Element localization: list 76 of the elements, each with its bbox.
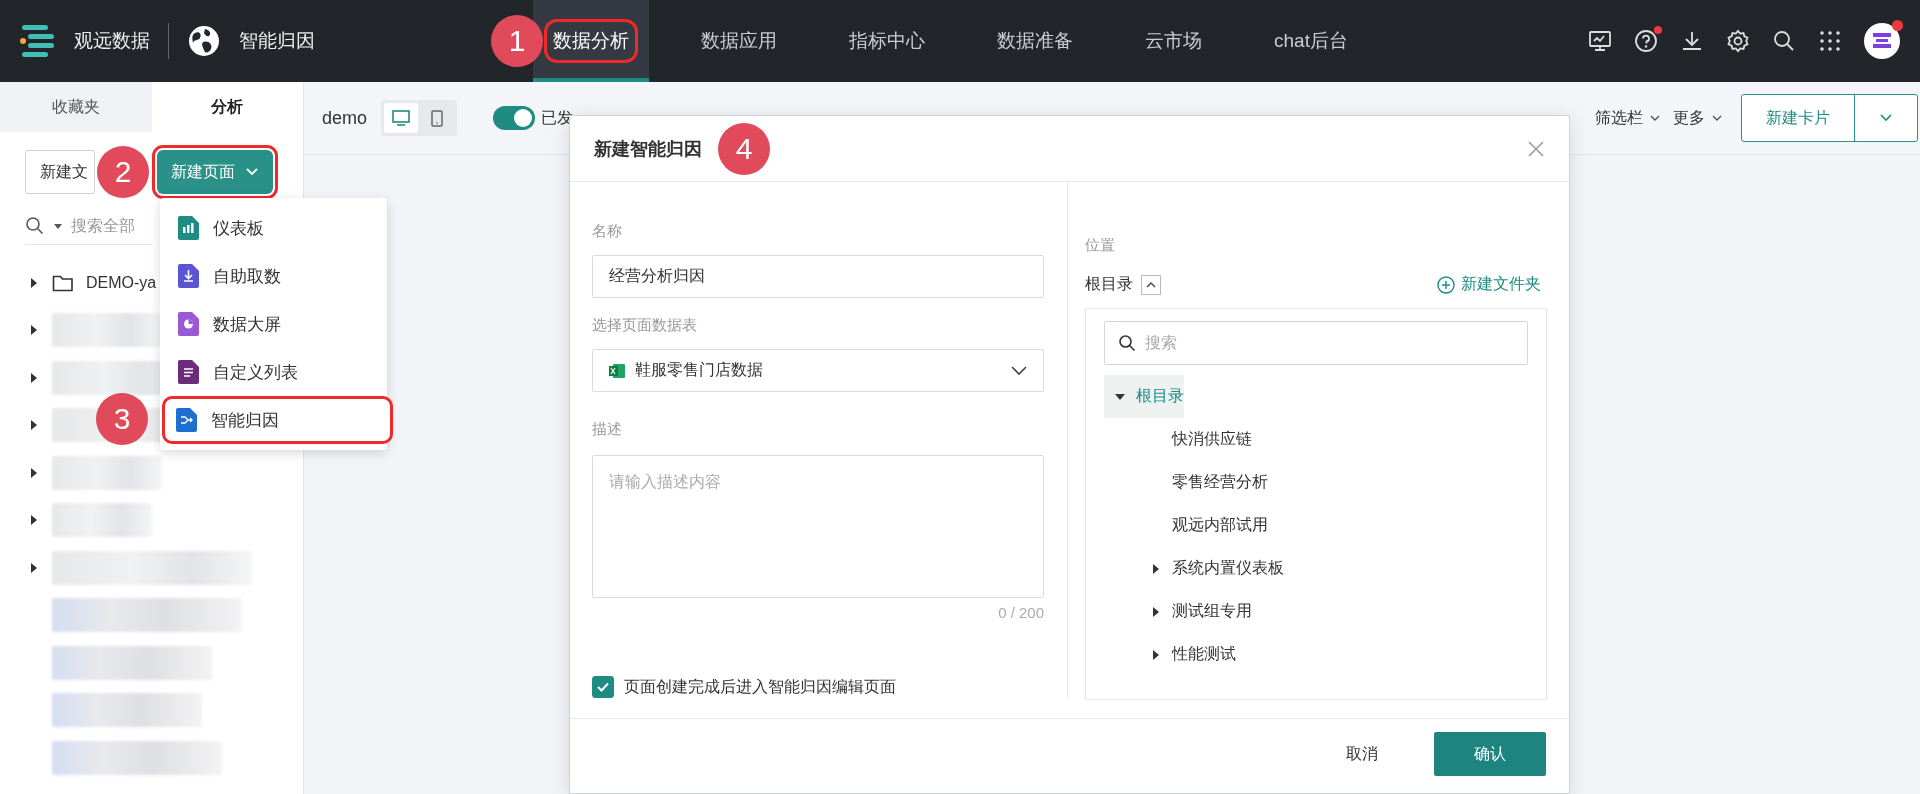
settings-icon[interactable] — [1726, 29, 1750, 53]
open-editor-checkbox[interactable]: 页面创建完成后进入智能归因编辑页面 — [592, 676, 1044, 698]
page-name: demo — [322, 107, 368, 129]
field-label: 位置 — [1085, 236, 1116, 255]
field-label: 描述 — [592, 420, 623, 439]
name-field[interactable]: 经营分析归因 — [592, 255, 1044, 298]
nav-tab[interactable]: 指标中心 — [829, 0, 945, 82]
dataset-select[interactable]: 鞋服零售门店数据 — [592, 349, 1044, 392]
search-icon — [25, 216, 45, 236]
filter-bar-button[interactable]: 筛选栏 — [1589, 106, 1667, 130]
list-file-icon — [178, 360, 199, 384]
panel-tab[interactable]: 收藏夹 — [0, 82, 152, 132]
folder-tree-item[interactable]: 性能测试 — [1104, 633, 1236, 676]
folder-icon — [52, 273, 74, 292]
brand-name: 观远数据 — [74, 29, 150, 53]
collapse-button[interactable] — [1141, 274, 1161, 295]
menu-item[interactable]: 数据大屏 — [160, 300, 387, 348]
step-marker: 4 — [718, 122, 770, 175]
help-icon[interactable] — [1634, 29, 1658, 53]
avatar-icon[interactable] — [1864, 23, 1900, 59]
character-counter: 0 / 200 — [998, 604, 1044, 621]
confirm-button[interactable]: 确认 — [1434, 732, 1546, 776]
caret-icon — [53, 221, 63, 231]
apps-icon[interactable] — [1818, 29, 1842, 53]
nav-tab[interactable]: 云市场 — [1125, 0, 1222, 82]
menu-item[interactable]: 自助取数 — [160, 252, 387, 300]
publish-toggle[interactable] — [493, 106, 536, 130]
folder-tree-item[interactable]: 零售经营分析 — [1104, 461, 1268, 504]
search-icon — [1118, 334, 1136, 352]
extract-file-icon — [178, 264, 199, 288]
field-label: 选择页面数据表 — [592, 316, 698, 335]
dashboard-file-icon — [178, 216, 199, 240]
screen-file-icon — [178, 312, 199, 336]
new-folder-button[interactable]: 新建文 — [25, 150, 95, 194]
current-folder: 根目录 — [1085, 274, 1133, 294]
description-field[interactable]: 请输入描述内容 — [592, 455, 1044, 598]
folder-search-field[interactable]: 搜索 — [1104, 321, 1528, 365]
desktop-view-button[interactable] — [384, 103, 419, 133]
nav-tab[interactable]: chat后台 — [1254, 0, 1368, 82]
folder-tree-item[interactable]: 系统内置仪表板 — [1104, 547, 1284, 590]
search-icon[interactable] — [1772, 29, 1796, 53]
menu-item[interactable]: 智能归因 — [162, 396, 393, 444]
field-label: 名称 — [592, 222, 623, 241]
nav-tab[interactable]: 数据分析 — [533, 0, 649, 82]
phone-icon — [431, 109, 444, 127]
new-card-split-button[interactable]: 新建卡片 — [1741, 94, 1918, 142]
folder-name[interactable]: DEMO-ya — [86, 273, 157, 292]
globe-icon — [187, 24, 221, 58]
logo-icon — [18, 22, 56, 60]
nav-tab[interactable]: 数据准备 — [977, 0, 1093, 82]
plus-circle-icon — [1437, 275, 1455, 294]
dialog-title: 新建智能归因 — [594, 137, 702, 161]
new-card-button[interactable]: 新建卡片 — [1742, 95, 1855, 141]
attribution-file-icon — [176, 408, 197, 432]
monitor-icon — [392, 110, 411, 126]
step-marker: 2 — [97, 146, 149, 198]
folder-tree-item[interactable]: 观远内部试用 — [1104, 504, 1268, 547]
close-button[interactable] — [1527, 139, 1545, 158]
folder-tree-item[interactable]: 测试组专用 — [1104, 590, 1252, 633]
cancel-button[interactable]: 取消 — [1318, 732, 1406, 776]
monitor-icon[interactable] — [1588, 29, 1612, 53]
checkmark-icon — [596, 680, 610, 694]
search-placeholder: 搜索全部 — [71, 215, 135, 236]
menu-item[interactable]: 仪表板 — [160, 204, 387, 252]
spreadsheet-icon — [609, 363, 625, 378]
publish-status: 已发 — [541, 107, 574, 128]
menu-item[interactable]: 自定义列表 — [160, 348, 387, 396]
step-marker: 1 — [491, 15, 543, 67]
folder-tree-item[interactable]: 根目录 — [1104, 375, 1184, 418]
folder-tree-item[interactable]: 快消供应链 — [1104, 418, 1252, 461]
new-folder-link[interactable]: 新建文件夹 — [1431, 273, 1547, 296]
step-marker: 3 — [96, 393, 148, 445]
more-button[interactable]: 更多 — [1667, 106, 1729, 130]
download-icon[interactable] — [1680, 29, 1704, 53]
nav-tab[interactable]: 数据应用 — [681, 0, 797, 82]
app-name: 智能归因 — [239, 29, 315, 53]
